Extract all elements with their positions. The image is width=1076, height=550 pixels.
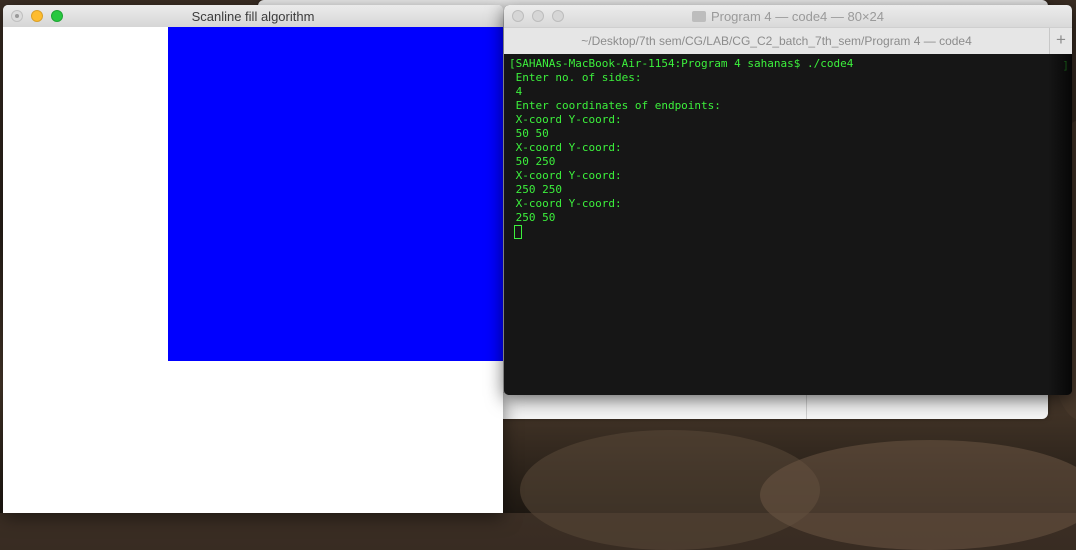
terminal-title-text: Program 4 — code4 — 80×24 xyxy=(710,9,885,24)
terminal-line: X-coord Y-coord: xyxy=(509,169,622,182)
filled-polygon xyxy=(168,27,503,361)
opengl-window: Scanline fill algorithm xyxy=(3,5,503,513)
terminal-tab[interactable]: ~/Desktop/7th sem/CG/LAB/CG_C2_batch_7th… xyxy=(504,28,1050,54)
terminal-line: X-coord Y-coord: xyxy=(509,113,622,126)
terminal-line: 250 250 xyxy=(509,183,562,196)
terminal-cursor xyxy=(514,225,522,239)
terminal-window: Program 4 — code4 — 80×24 ~/Desktop/7th … xyxy=(504,5,1072,395)
terminal-line: X-coord Y-coord: xyxy=(509,197,622,210)
new-tab-button[interactable]: + xyxy=(1050,28,1072,54)
terminal-line: Enter coordinates of endpoints: xyxy=(509,99,721,112)
terminal-titlebar[interactable]: Program 4 — code4 — 80×24 xyxy=(504,5,1072,27)
terminal-screen[interactable]: [SAHANAs-MacBook-Air-1154:Program 4 saha… xyxy=(504,54,1072,395)
terminal-window-title: Program 4 — code4 — 80×24 xyxy=(504,9,1072,24)
folder-icon xyxy=(691,11,706,22)
terminal-output: [SAHANAs-MacBook-Air-1154:Program 4 saha… xyxy=(504,57,1072,241)
terminal-line: 50 50 xyxy=(509,127,549,140)
opengl-canvas[interactable] xyxy=(3,27,503,513)
terminal-line: 4 xyxy=(509,85,523,98)
terminal-line: X-coord Y-coord: xyxy=(509,141,622,154)
terminal-line: 50 250 xyxy=(509,155,556,168)
opengl-titlebar[interactable]: Scanline fill algorithm xyxy=(3,5,503,28)
terminal-line: 250 50 xyxy=(509,211,556,224)
terminal-line: Enter no. of sides: xyxy=(509,71,642,84)
terminal-line: [SAHANAs-MacBook-Air-1154:Program 4 saha… xyxy=(509,57,854,70)
opengl-window-title: Scanline fill algorithm xyxy=(191,9,315,24)
terminal-tabbar: ~/Desktop/7th sem/CG/LAB/CG_C2_batch_7th… xyxy=(504,27,1072,55)
